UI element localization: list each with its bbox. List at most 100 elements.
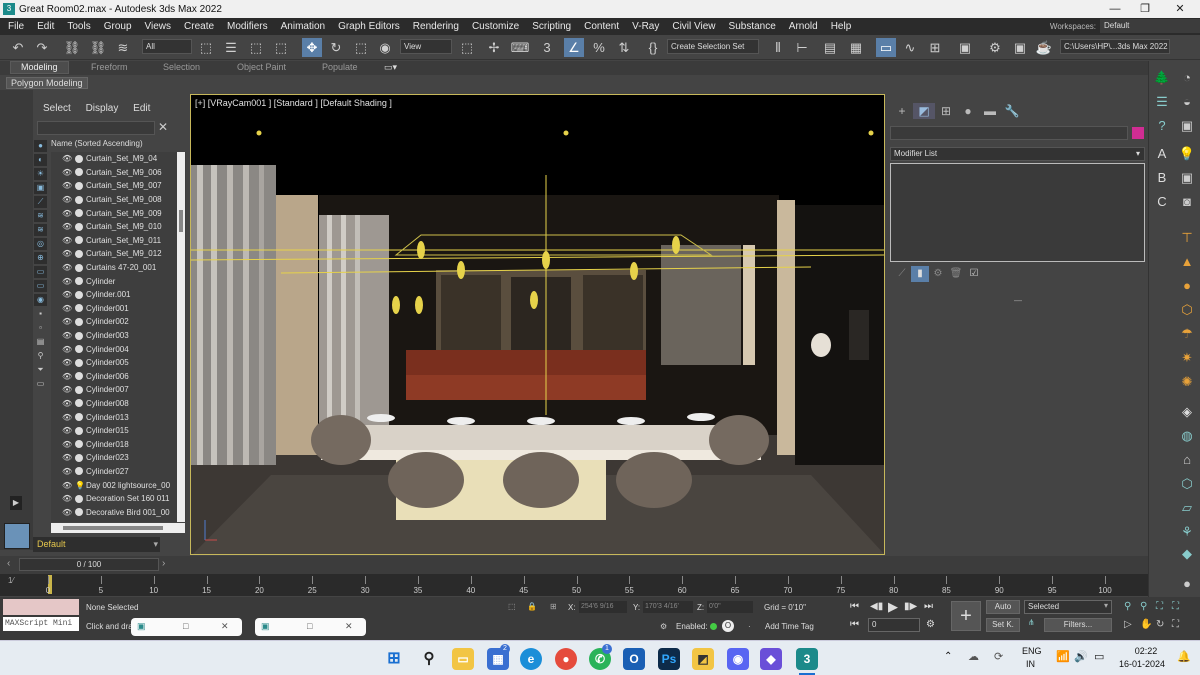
move-icon[interactable]: ✥ — [302, 38, 322, 57]
spot-light-icon[interactable]: ▲ — [1178, 253, 1196, 271]
rect-selection-icon[interactable]: ⬚ — [246, 38, 266, 57]
list-item[interactable]: 👁 Curtains 47-20_001 — [51, 261, 186, 275]
list-item[interactable]: 👁 Curtain_Set_M9_009 — [51, 206, 186, 220]
sphere-icon[interactable]: ◍ — [1178, 427, 1196, 445]
menu-scripting[interactable]: Scripting — [532, 21, 571, 32]
z-coord-field[interactable]: 0'0" — [707, 601, 753, 613]
proxy-icon[interactable]: ⬡ — [1178, 475, 1196, 493]
enabled-indicator[interactable] — [710, 623, 717, 630]
omni-light-icon[interactable]: ✷ — [1178, 349, 1196, 367]
clock-date[interactable]: 16-01-2024 — [1117, 659, 1167, 669]
explorer-search-input[interactable] — [37, 121, 155, 135]
menu-display[interactable]: Display — [86, 103, 119, 114]
3dsmax-taskbar-icon[interactable]: 3 — [796, 648, 818, 670]
percent-snap-icon[interactable]: % — [589, 38, 609, 57]
x-coord-field[interactable]: 254'6 9/16 — [579, 601, 627, 613]
pivot-icon[interactable]: ⬚ — [457, 38, 477, 57]
restore-icon[interactable]: □ — [307, 621, 312, 631]
select-by-name-icon[interactable]: ☰ — [221, 38, 241, 57]
visibility-eye-icon[interactable]: 👁 — [62, 331, 72, 340]
rotate-icon[interactable]: ↻ — [326, 38, 346, 57]
visibility-eye-icon[interactable]: 👁 — [62, 399, 72, 408]
menu-rendering[interactable]: Rendering — [413, 21, 459, 32]
filter-helpers-icon[interactable]: ⟋ — [34, 196, 47, 208]
visibility-eye-icon[interactable]: 👁 — [62, 372, 72, 381]
schematic-view-icon[interactable]: ⊞ — [925, 38, 945, 57]
visibility-eye-icon[interactable]: 👁 — [62, 209, 72, 218]
tab-freeform[interactable]: Freeform — [91, 62, 128, 72]
find-icon[interactable]: ⚲ — [34, 350, 47, 362]
modifier-list-dropdown[interactable]: Modifier List ▾ — [890, 147, 1145, 161]
list-item[interactable]: 👁 Cylinder004 — [51, 342, 186, 356]
ball-icon[interactable]: ● — [1178, 575, 1196, 593]
chrome-icon[interactable]: ● — [555, 648, 577, 670]
clipper-icon[interactable]: ◆ — [1178, 545, 1196, 563]
visibility-eye-icon[interactable]: 👁 — [62, 345, 72, 354]
list-item[interactable]: 👁 Cylinder027 — [51, 465, 186, 479]
configure-sets-icon[interactable]: ☑ — [965, 266, 983, 282]
arnold-b-icon[interactable]: B — [1153, 169, 1171, 187]
visibility-eye-icon[interactable]: 👁 — [62, 222, 72, 231]
field-of-view-icon[interactable]: ▷ — [1124, 619, 1132, 630]
y-coord-field[interactable]: 170'3 4/16' — [643, 601, 693, 613]
list-item[interactable]: 👁 Cylinder002 — [51, 315, 186, 329]
next-frame-icon[interactable]: ▮▶ — [904, 601, 917, 612]
zoom-icon[interactable]: ⚲ — [1124, 601, 1131, 612]
list-item[interactable]: 👁 Curtain_Set_M9_011 — [51, 234, 186, 248]
list-item[interactable]: 👁 Curtain_Set_M9_010 — [51, 220, 186, 234]
create-tab-icon[interactable]: + — [891, 103, 913, 119]
menu-edit-explorer[interactable]: Edit — [133, 103, 150, 114]
material-icon[interactable]: ◒ — [1178, 93, 1196, 111]
key-filter-icon[interactable]: 1⁄ — [8, 576, 14, 585]
tray-overflow-icon[interactable]: ⌃ — [944, 651, 952, 662]
rendered-frame-icon[interactable]: ▣ — [1010, 38, 1030, 57]
ribbon-options-icon[interactable]: ▭▾ — [384, 62, 397, 73]
menu-graph-editors[interactable]: Graph Editors — [338, 21, 400, 32]
filter-containers-icon[interactable]: ▭ — [34, 266, 47, 278]
filter-bones-icon[interactable]: ⊕ — [34, 252, 47, 264]
discord-icon[interactable]: ◉ — [727, 648, 749, 670]
visibility-eye-icon[interactable]: 👁 — [62, 290, 72, 299]
add-time-tag[interactable]: Add Time Tag — [765, 622, 814, 631]
filter-cameras-icon[interactable]: ▣ — [34, 182, 47, 194]
filter-all-icon[interactable]: ▪ — [34, 308, 47, 320]
ies-light-icon[interactable]: ✺ — [1178, 373, 1196, 391]
menu-customize[interactable]: Customize — [472, 21, 519, 32]
wifi-icon[interactable]: 📶 — [1056, 650, 1070, 663]
menu-modifiers[interactable]: Modifiers — [227, 21, 268, 32]
scene-tree-icon[interactable]: 🌲 — [1153, 69, 1171, 87]
fur-icon[interactable]: ⌂ — [1178, 451, 1196, 469]
minimize-button[interactable]: — — [1100, 0, 1130, 18]
video-camera-icon[interactable]: ◙ — [1178, 193, 1196, 211]
list-view-icon[interactable]: ☰ — [1153, 93, 1171, 111]
modifier-stack[interactable] — [890, 163, 1145, 262]
explorer-vertical-scrollbar[interactable] — [177, 152, 185, 522]
visibility-eye-icon[interactable]: 👁 — [62, 358, 72, 367]
language-top[interactable]: ENG — [1022, 646, 1042, 656]
sun-light-icon[interactable]: ● — [1178, 277, 1196, 295]
dome-light-icon[interactable]: ⬡ — [1178, 301, 1196, 319]
menu-arnold[interactable]: Arnold — [789, 21, 818, 32]
list-item[interactable]: 👁 Cylinder.001 — [51, 288, 186, 302]
go-to-start-icon[interactable]: ⏮ — [850, 601, 859, 612]
viewport-label[interactable]: [+] [VRayCam001 ] [Standard ] [Default S… — [195, 98, 392, 108]
arnold-c-icon[interactable]: C — [1153, 193, 1171, 211]
list-item[interactable]: 👁 💡 Day 002 lightsource_00 — [51, 478, 186, 492]
time-next-icon[interactable]: › — [162, 558, 165, 569]
expand-explorer-icon[interactable]: ▶ — [10, 496, 22, 510]
decal-icon[interactable]: ⚘ — [1178, 523, 1196, 541]
key-filters-button[interactable]: Filters... — [1044, 618, 1112, 632]
selection-lock-icon[interactable]: 🔒 — [527, 602, 537, 611]
start-icon[interactable]: ⊞ — [383, 648, 405, 670]
maximize-button[interactable]: ❐ — [1130, 0, 1160, 18]
filter-xrefs-icon[interactable]: ◎ — [34, 238, 47, 250]
help-icon[interactable]: ? — [1153, 117, 1171, 135]
adaptive-degradation-icon[interactable]: O — [722, 620, 734, 632]
angle-snap-icon[interactable]: ∠ — [564, 38, 584, 57]
list-item[interactable]: 👁 Cylinder005 — [51, 356, 186, 370]
render-production-icon[interactable]: ☕ — [1034, 38, 1054, 57]
filter-none-icon[interactable]: ▫ — [34, 322, 47, 334]
list-item[interactable]: 👁 Cylinder018 — [51, 437, 186, 451]
camera-viewport[interactable]: [+] [VRayCam001 ] [Standard ] [Default S… — [190, 94, 885, 555]
visibility-eye-icon[interactable]: 👁 — [62, 181, 72, 190]
